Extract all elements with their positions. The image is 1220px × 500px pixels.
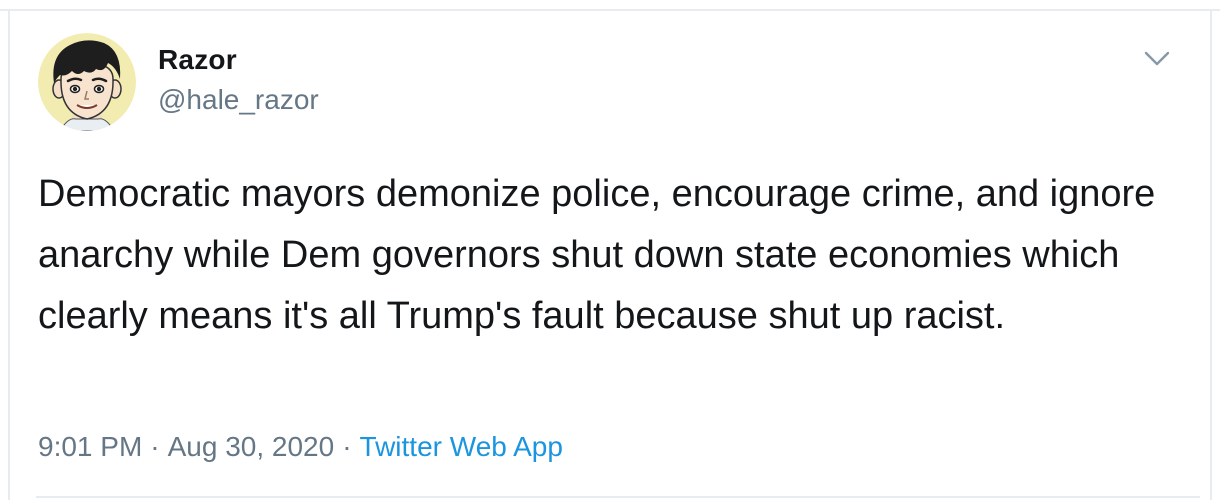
avatar-illustration-icon <box>38 33 136 131</box>
chevron-down-icon <box>1144 51 1170 66</box>
meta-separator: · <box>342 431 352 462</box>
tweet-options-button[interactable] <box>1140 44 1174 74</box>
avatar[interactable] <box>38 33 136 131</box>
tweet-text: Democratic mayors demonize police, encou… <box>38 173 1156 337</box>
tweet-source-link[interactable]: Twitter Web App <box>360 431 563 462</box>
card-right-border <box>1210 9 1212 500</box>
author-name[interactable]: Razor <box>158 44 237 76</box>
meta-separator: · <box>150 431 160 462</box>
tweet-date[interactable]: Aug 30, 2020 <box>168 431 335 462</box>
card-left-border <box>8 9 10 500</box>
author-handle[interactable]: @hale_razor <box>158 84 319 116</box>
card-bottom-divider <box>36 496 1200 498</box>
tweet-time[interactable]: 9:01 PM <box>38 431 142 462</box>
tweet-metadata: 9:01 PM · Aug 30, 2020 · Twitter Web App <box>38 431 563 463</box>
card-top-border <box>0 9 1220 11</box>
tweet-card: Razor @hale_razor Democratic mayors demo… <box>0 0 1220 500</box>
